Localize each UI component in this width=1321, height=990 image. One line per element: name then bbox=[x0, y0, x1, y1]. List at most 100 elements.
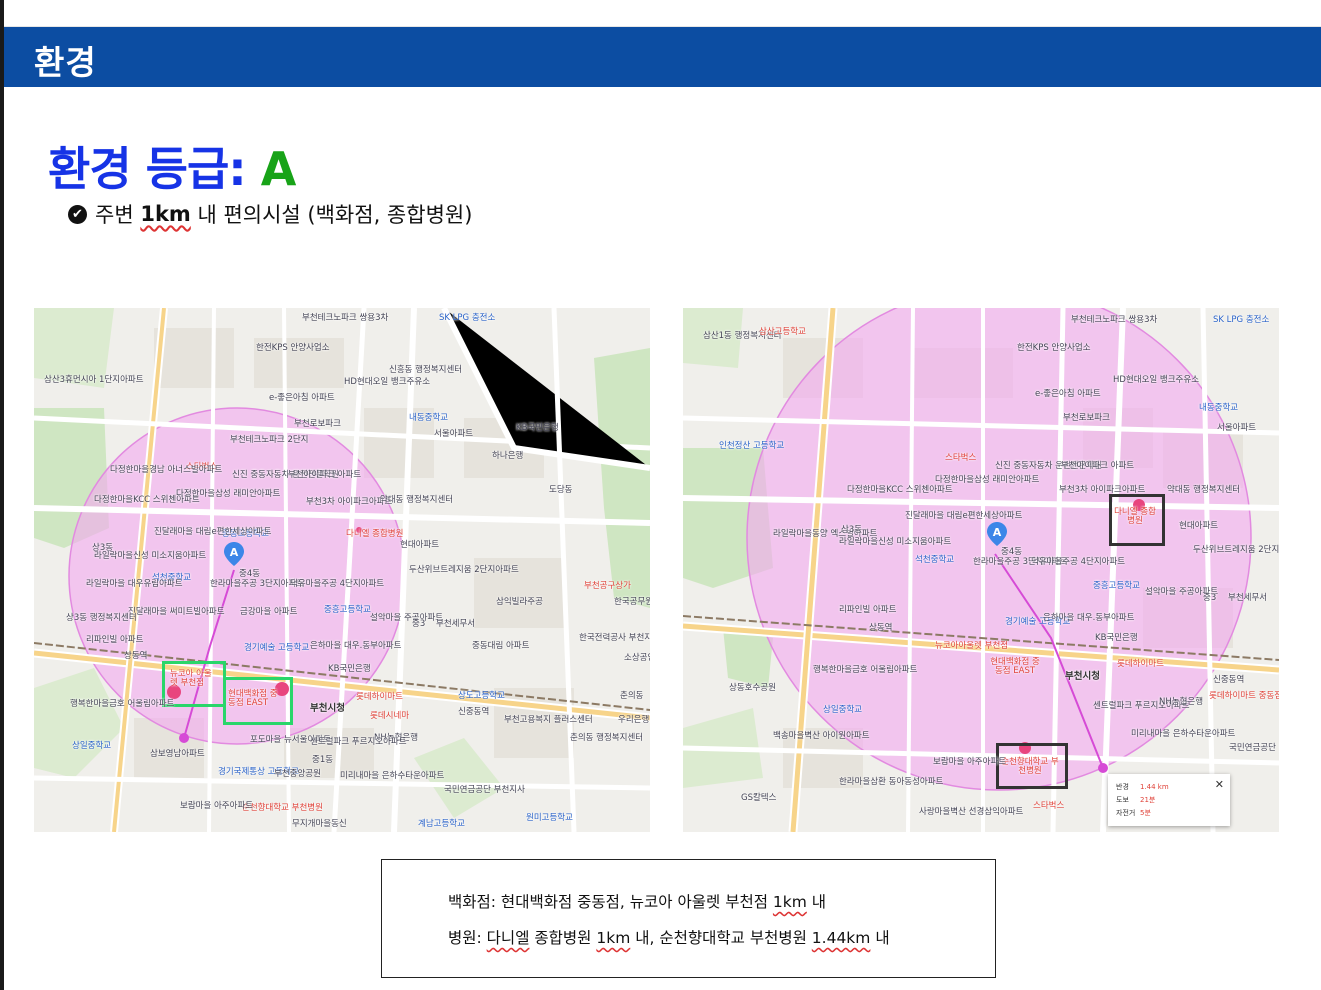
map-label: 백송마을벽산 아이원아파트 bbox=[773, 731, 870, 741]
grade-label: 환경 등급: bbox=[48, 142, 247, 196]
map-label: 사랑마을벽산 선경삼익아파트 bbox=[919, 807, 1024, 817]
map-label: 롯데하이마트 bbox=[1117, 659, 1164, 669]
map-label: 금강마을 아파트 bbox=[240, 607, 298, 617]
top-strip bbox=[4, 0, 1321, 27]
map-label: 상도고등학교 bbox=[458, 691, 505, 701]
map-label: 부천세무서 bbox=[1228, 593, 1268, 603]
map-label: 상3동 bbox=[841, 525, 863, 535]
map-label: 중흥고등학교 bbox=[1093, 581, 1140, 591]
map-label: 상일중학교 bbox=[823, 705, 863, 715]
map-label: 덕유마을주공 4단지아파트 bbox=[1031, 557, 1126, 567]
map-label: 상3동 행정복지센터 bbox=[66, 613, 137, 623]
map-label: 순천향대학교 부천병원 bbox=[1001, 757, 1059, 777]
distance-popup: ✕ 반경 1.44 km 도보 21분 자전거 5분 bbox=[1108, 774, 1230, 826]
environment-grade: 환경 등급: A bbox=[48, 133, 296, 199]
map-label: 라일락마을신성 미소지움아파트 bbox=[839, 537, 952, 547]
map-label: 라일락마을신성 미소지움아파트 bbox=[94, 551, 207, 561]
map-label: 상일중학교 bbox=[72, 741, 112, 751]
map-label: 스타벅스 bbox=[945, 453, 977, 463]
map-label: 무지개마을동신 bbox=[292, 819, 347, 829]
facility-bullet: ✔ 주변 1km 내 편의시설 (백화점, 종합병원) bbox=[68, 199, 472, 229]
map-label: 뉴코아 아울렛 부천점 bbox=[170, 669, 212, 689]
map-label: 국민연금공단 부천지사 bbox=[444, 785, 525, 795]
bullet-text-pre: 주변 bbox=[95, 203, 141, 227]
map-label: 계남고등학교 bbox=[418, 819, 465, 829]
map-label: HD현대오일 뱅크주유소 bbox=[344, 377, 431, 387]
map-label: 센트럴파크 푸르지오아파트 bbox=[310, 737, 407, 747]
map-label: 부천로보파크 bbox=[1063, 413, 1110, 423]
map-label: 리파인빌 아파트 bbox=[86, 635, 144, 645]
map-label: 부천아이파크 아파트 bbox=[1061, 461, 1135, 471]
map-label: 중3 bbox=[412, 619, 426, 629]
map-label: 현대아파트 bbox=[1179, 521, 1219, 531]
map-label: 롯데시네마 bbox=[370, 711, 410, 721]
map-label: NH농협은행 bbox=[1159, 697, 1204, 707]
map-label: 삼익빌라주공 bbox=[496, 597, 543, 607]
map-label: 다정한마을KCC 스위첸아파트 bbox=[847, 485, 953, 495]
map-label: 부천고용복지 플러스센터 bbox=[504, 715, 593, 725]
map-label: 부천시청 bbox=[1065, 671, 1100, 682]
map-label: 부천테크노파크 쌍용3차 bbox=[302, 313, 389, 323]
map-label: 뉴코아아울렛 부천점 bbox=[935, 641, 1009, 651]
map-label: SK LPG 충전소 bbox=[1213, 315, 1270, 325]
map-label: 덕유마을주공 4단지아파트 bbox=[290, 579, 385, 589]
map-label: 현대백화점 중동점 EAST bbox=[228, 689, 278, 709]
map-label: 국민연금공단 부천지사 bbox=[1229, 743, 1279, 753]
map-label: 다정한마을삼성 래미안아파트 bbox=[935, 475, 1040, 485]
map-label: 서울아파트 bbox=[434, 429, 474, 439]
map-label: 중3 bbox=[1203, 593, 1217, 603]
map-label: 다니엘 종합병원 bbox=[1114, 507, 1156, 527]
map-label: 내동중학교 bbox=[409, 413, 449, 423]
map-label: 보람마을 아주아파트 bbox=[933, 757, 1007, 767]
map-label: 원미고등학교 bbox=[526, 813, 573, 823]
check-circle-icon: ✔ bbox=[68, 204, 87, 224]
map-label: 삼보영남아파트 bbox=[150, 749, 205, 759]
map-label: 리파인빌 아파트 bbox=[839, 605, 897, 615]
note-hospital: 병원: 다니엘 종합병원 1km 내, 순천향대학교 부천병원 1.44km 내 bbox=[448, 929, 890, 947]
map-label: 행복한마을금호 어울림아파트 bbox=[813, 665, 918, 675]
map-pin-icon[interactable]: A bbox=[224, 542, 244, 566]
map-left[interactable]: A 부천테크노파크 쌍용3차 SK LPG 충전소 한전KPS 안양사업소 신흥… bbox=[34, 308, 650, 832]
map-left-base bbox=[34, 308, 650, 832]
map-label: 행복한마을금호 어울림아파트 bbox=[70, 699, 175, 709]
popup-row-walk: 도보 21분 bbox=[1116, 796, 1156, 804]
map-label: e-좋은아침 아파트 bbox=[1035, 389, 1101, 399]
map-label: e-좋은아침 아파트 bbox=[269, 393, 335, 403]
map-label: 다정한마을삼성 래미안아파트 bbox=[176, 489, 281, 499]
map-label: 다니엘 종합병원 bbox=[346, 529, 404, 539]
map-label: 춘의동 행정복지센터 bbox=[570, 733, 644, 743]
slide: 환경 환경 등급: A ✔ 주변 1km 내 편의시설 (백화점, 종합병원) bbox=[4, 0, 1321, 990]
map-label: 중흥고등학교 bbox=[324, 605, 371, 615]
section-header: 환경 bbox=[4, 27, 1321, 87]
map-label: 진달래마을 써미트빌아파트 bbox=[128, 607, 225, 617]
map-label: 부천로보파크 bbox=[294, 419, 341, 429]
map-right[interactable]: A 부천테크노파크 쌍용3차 SK LPG 충전소 삼산1동 행정복지센터 삼산… bbox=[683, 308, 1279, 832]
map-label: GS칼텍스 bbox=[741, 793, 777, 803]
close-icon[interactable]: ✕ bbox=[1215, 778, 1224, 791]
map-label: 서울아파트 bbox=[1217, 423, 1257, 433]
map-label: SK LPG 충전소 bbox=[439, 313, 496, 323]
map-pin-icon[interactable]: A bbox=[987, 522, 1007, 546]
map-label: 소상공인 bbox=[624, 653, 650, 663]
bullet-text-km: 1km bbox=[140, 202, 191, 226]
popup-row-radius: 반경 1.44 km bbox=[1116, 783, 1169, 791]
map-label: 한국전력공사 부천지사 bbox=[579, 633, 650, 643]
map-label: 중1동 bbox=[312, 755, 334, 765]
map-label: 상동호수공원 bbox=[729, 683, 776, 693]
note-department-store: 백화점: 현대백화점 중동점, 뉴코아 아울렛 부천점 1km 내 bbox=[448, 893, 827, 911]
map-label: 미리내마을 은하수타운아파트 bbox=[340, 771, 445, 781]
map-label: 중동대림 아파트 bbox=[472, 641, 530, 651]
map-label: 두산위브트레지움 2단지아파트 bbox=[409, 565, 519, 575]
map-label: 한전KPS 안양사업소 bbox=[256, 343, 330, 353]
map-label: 미리내마을 은하수타운아파트 bbox=[1131, 729, 1236, 739]
map-label: 경기예술 고등학교 bbox=[244, 643, 310, 653]
map-label: 부천공구상가 bbox=[584, 581, 631, 591]
map-label: 부천중앙공원 bbox=[274, 769, 321, 779]
map-label: 상동역 bbox=[124, 651, 148, 661]
map-label: HD현대오일 뱅크주유소 bbox=[1113, 375, 1200, 385]
map-label: 순천향대학교 부천병원 bbox=[242, 803, 323, 813]
map-label: 부천테크노파크 2단지 bbox=[230, 435, 309, 445]
map-label: 현대아파트 bbox=[400, 540, 440, 550]
map-label: 약대동 행정복지센터 bbox=[1167, 485, 1241, 495]
map-label: 한전KPS 안양사업소 bbox=[1017, 343, 1091, 353]
